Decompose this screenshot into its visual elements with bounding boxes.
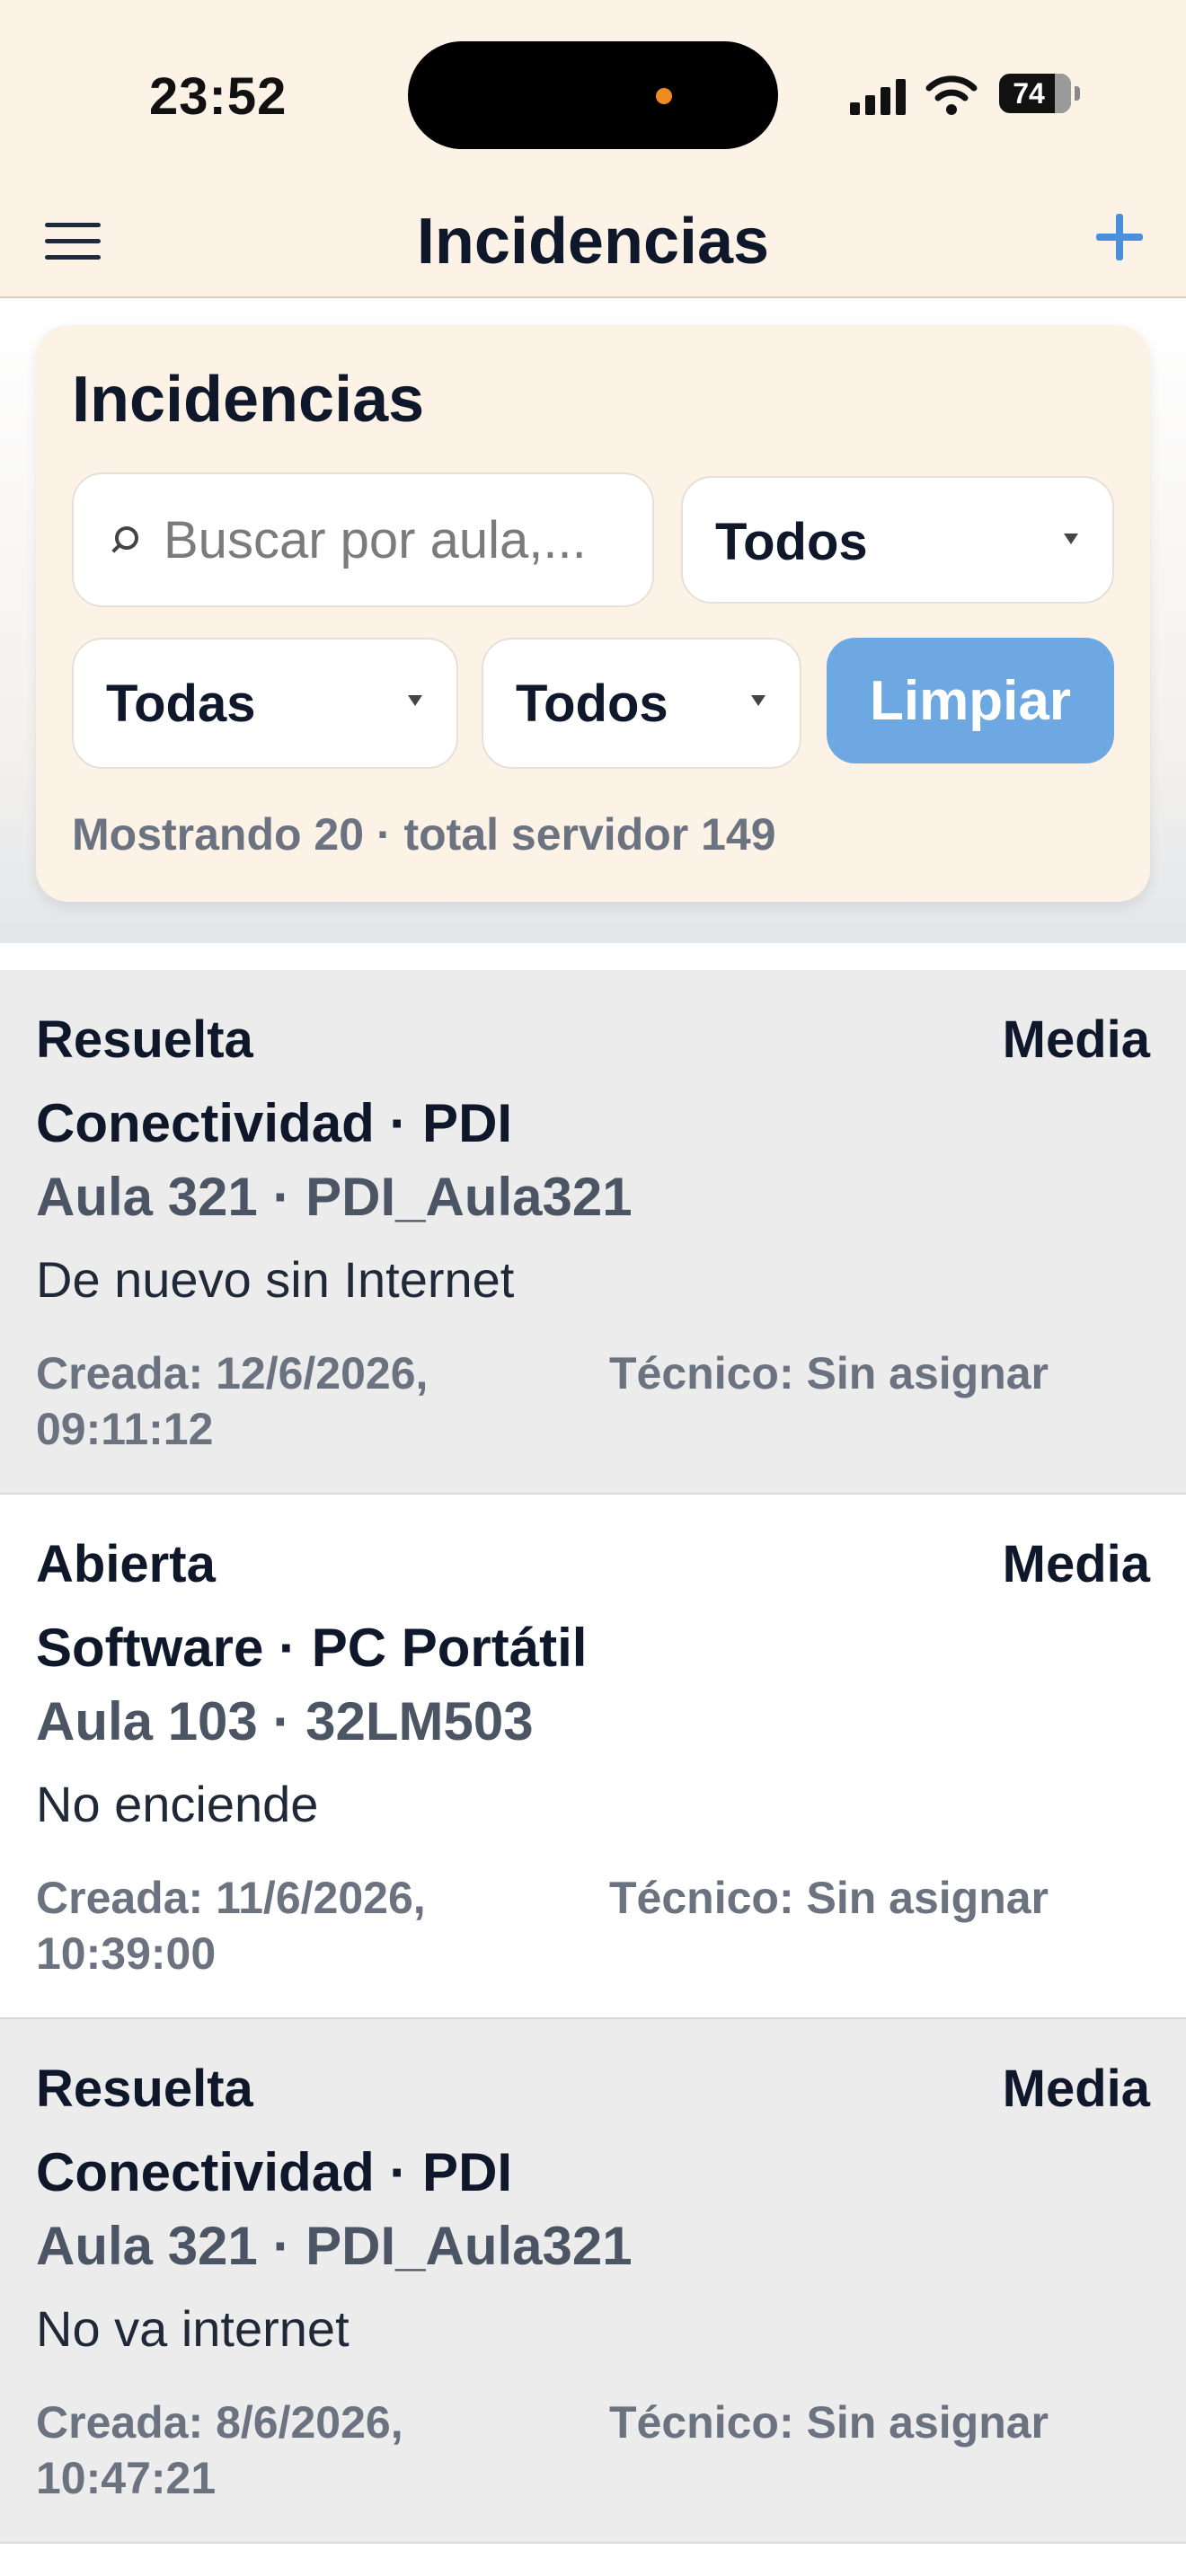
status-time: 23:52 xyxy=(149,67,288,126)
cellular-signal-icon xyxy=(850,75,907,115)
chevron-down-icon xyxy=(1064,534,1078,544)
prioridad-select[interactable]: Todos xyxy=(482,638,801,769)
priority-label: Media xyxy=(1002,1010,1150,1069)
description-text: No enciende xyxy=(36,1776,319,1832)
description-text: De nuevo sin Internet xyxy=(36,1251,515,1308)
description-text: No va internet xyxy=(36,2300,350,2357)
prioridad-select-value: Todos xyxy=(516,675,668,733)
search-field[interactable] xyxy=(72,472,654,607)
location-label: Aula 103 · 32LM503 xyxy=(36,1691,534,1751)
category-label: Conectividad · PDI xyxy=(36,2142,513,2202)
chevron-down-icon xyxy=(751,695,766,706)
categoria-select[interactable]: Todas xyxy=(72,638,458,769)
clear-filters-button[interactable]: Limpiar xyxy=(827,638,1114,763)
search-input[interactable] xyxy=(162,508,633,571)
location-label: Aula 321 · PDI_Aula321 xyxy=(36,1167,633,1227)
filter-title: Incidencias xyxy=(72,364,425,436)
filter-section: Incidencias Todos Todas Todos Limpiar Mo… xyxy=(0,298,1186,943)
camera-indicator-icon xyxy=(656,88,672,104)
created-date: Creada: 12/6/2026, 09:11:12 xyxy=(36,1348,429,1454)
estado-select-value: Todos xyxy=(715,513,868,571)
list-item[interactable]: Resuelta Media Conectividad · PDI Aula 3… xyxy=(0,970,1186,1495)
battery-level: 74 xyxy=(1013,76,1045,110)
status-label: Abierta xyxy=(36,1535,216,1593)
list-item[interactable]: Resuelta Media Conectividad · PDI Aula 3… xyxy=(0,2019,1186,2544)
page-title: Incidencias xyxy=(416,206,770,278)
technician-label: Técnico: Sin asignar xyxy=(609,2397,1049,2448)
technician-label: Técnico: Sin asignar xyxy=(609,1348,1049,1398)
list-item[interactable]: Abierta Media Software · PC Portátil Aul… xyxy=(0,1495,1186,2019)
search-icon xyxy=(110,525,140,555)
incidencias-list: Resuelta Media Conectividad · PDI Aula 3… xyxy=(0,970,1186,2544)
results-summary: Mostrando 20 · total servidor 149 xyxy=(72,809,776,860)
status-label: Resuelta xyxy=(36,1010,253,1069)
filter-card: Incidencias Todos Todas Todos Limpiar Mo… xyxy=(36,325,1150,902)
location-label: Aula 321 · PDI_Aula321 xyxy=(36,2216,633,2276)
status-bar: 23:52 74 xyxy=(0,0,1186,180)
estado-select[interactable]: Todos xyxy=(681,476,1114,604)
technician-label: Técnico: Sin asignar xyxy=(609,1873,1049,1923)
created-date: Creada: 8/6/2026, 10:47:21 xyxy=(36,2397,403,2503)
category-label: Conectividad · PDI xyxy=(36,1093,513,1153)
category-label: Software · PC Portátil xyxy=(36,1618,588,1678)
created-date: Creada: 11/6/2026, 10:39:00 xyxy=(36,1873,426,1979)
add-incidencia-button[interactable] xyxy=(1094,212,1145,262)
wifi-icon xyxy=(925,75,978,115)
nav-bar: Incidencias xyxy=(0,180,1186,298)
chevron-down-icon xyxy=(408,695,422,706)
battery-icon: 74 xyxy=(999,74,1080,113)
status-label: Resuelta xyxy=(36,2060,253,2118)
priority-label: Media xyxy=(1002,2060,1150,2118)
dynamic-island xyxy=(408,41,778,149)
categoria-select-value: Todas xyxy=(106,675,256,733)
priority-label: Media xyxy=(1002,1535,1150,1593)
